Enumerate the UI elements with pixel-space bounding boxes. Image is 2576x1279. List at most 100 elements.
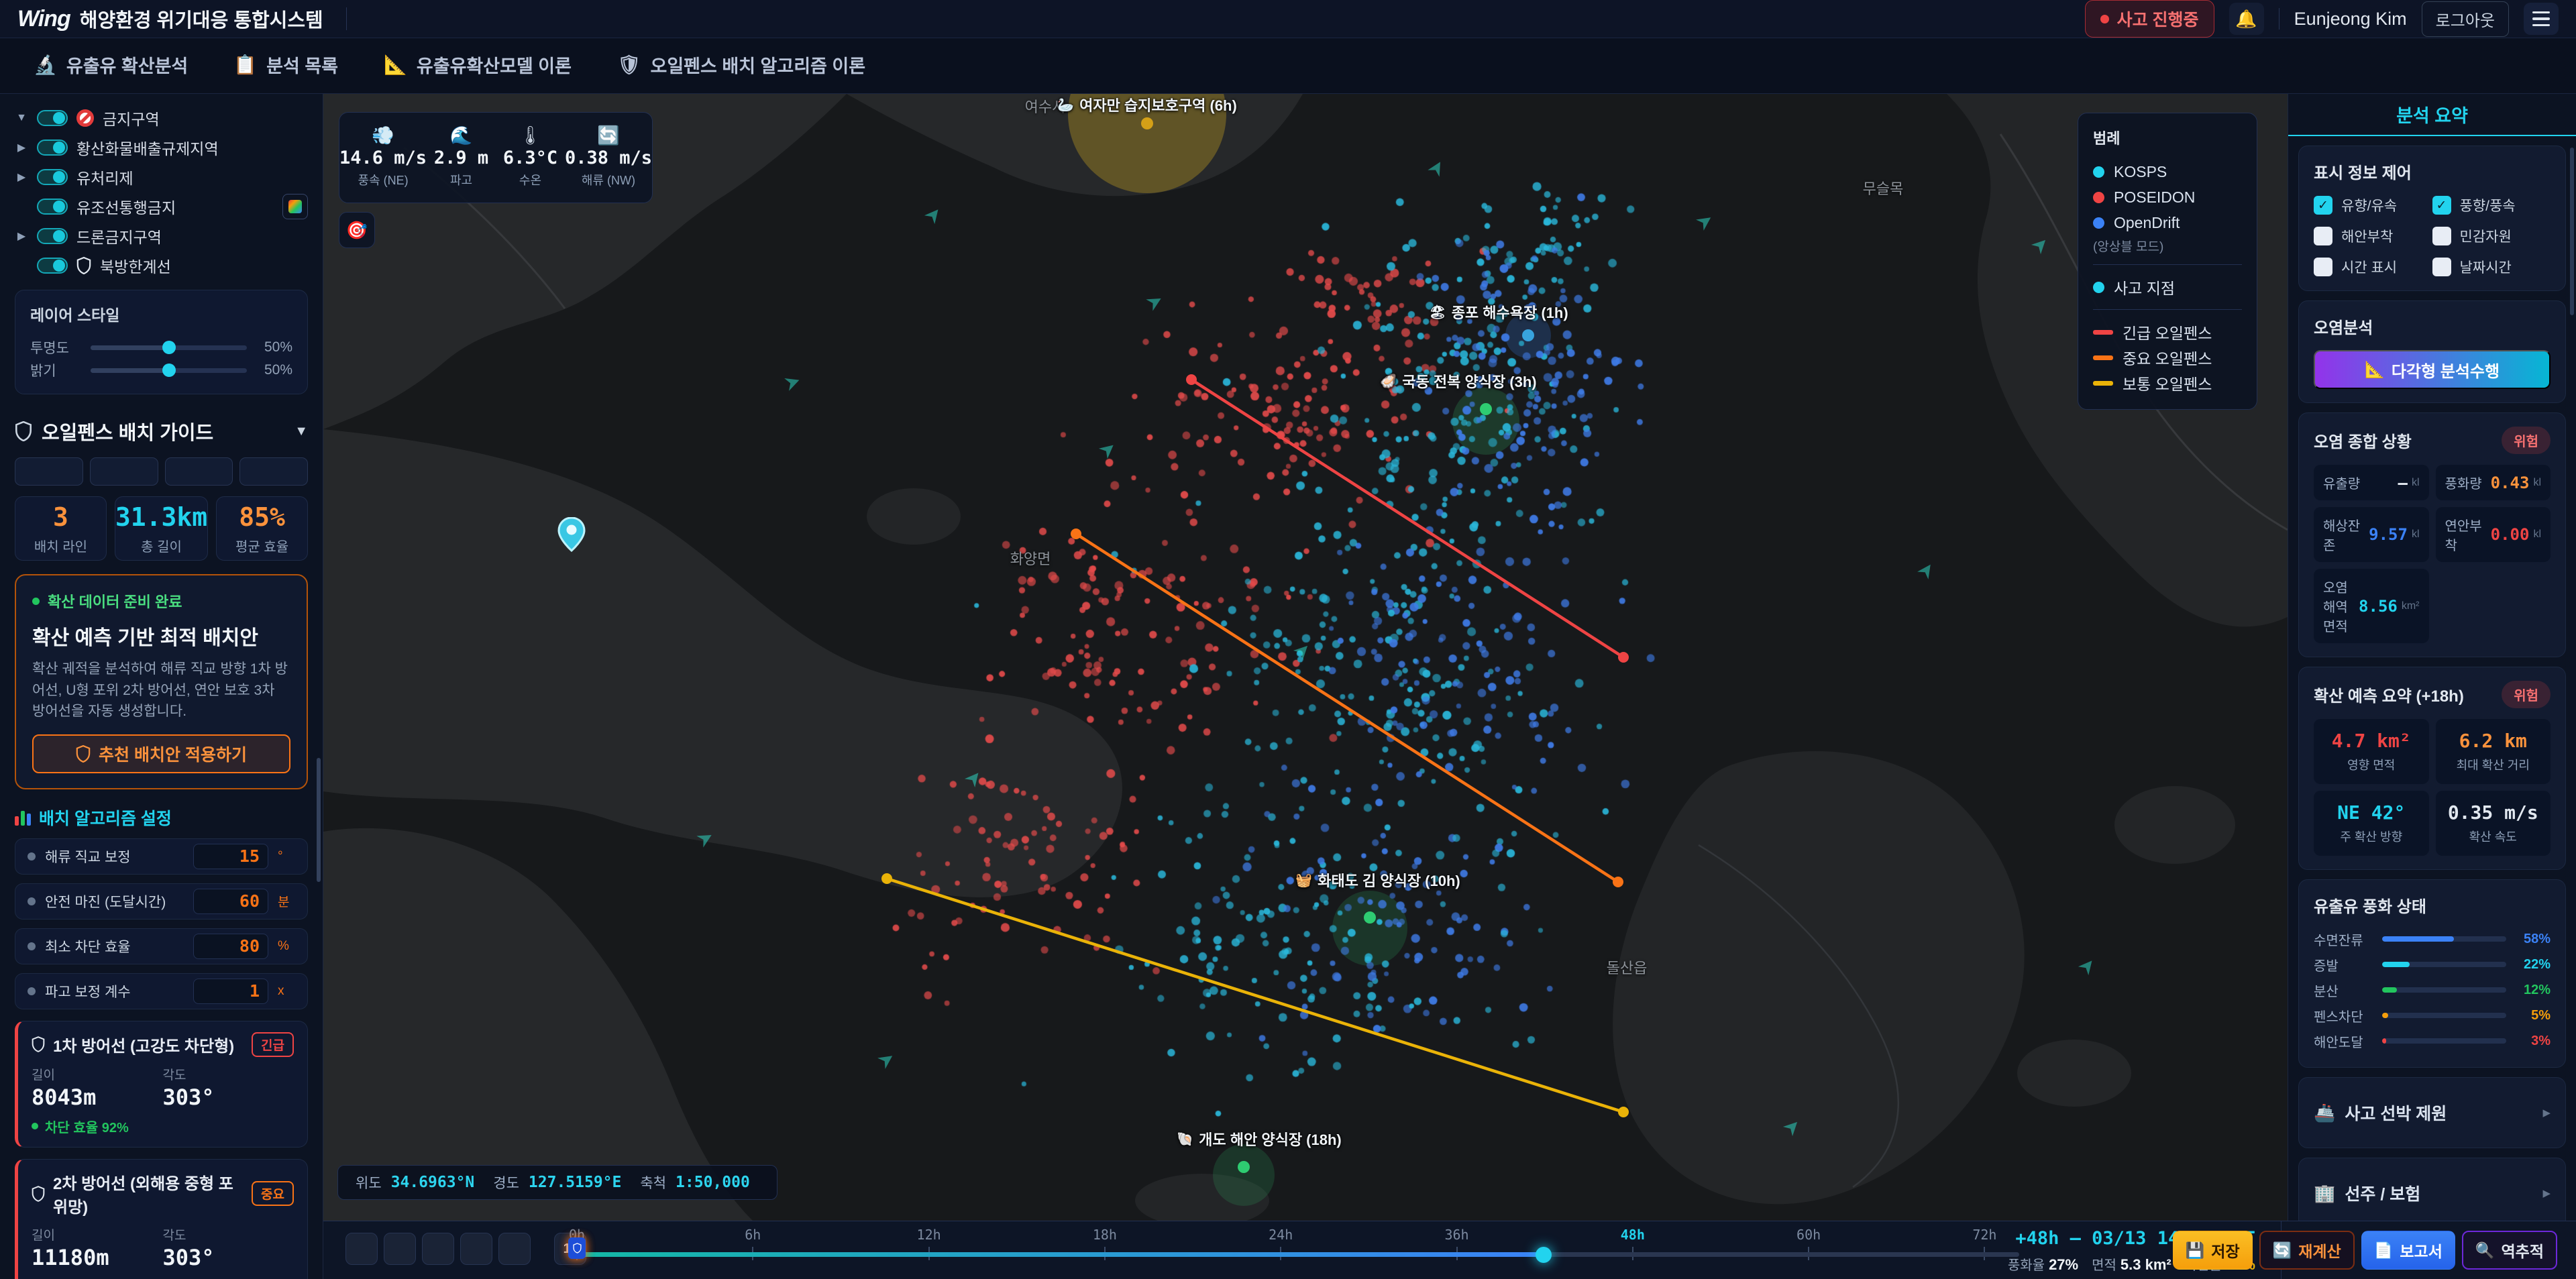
sidebar-scrollbar[interactable] (317, 758, 321, 882)
setting-value-input[interactable]: 80 (193, 934, 268, 959)
sensitive-resource-label[interactable]: 🧺화태도 김 양식장 (10h) (1295, 869, 1460, 891)
priority-badge: 긴급 (252, 1032, 294, 1057)
sensitive-resource-label[interactable]: 🦢여자만 습지보호구역 (6h) (1057, 94, 1237, 115)
slider-knob[interactable] (162, 341, 176, 354)
recommendation-description: 확산 궤적을 분석하여 해류 직교 방향 1차 방어선, U형 포위 2차 방어… (32, 659, 290, 722)
nav-item[interactable] (409, 13, 441, 24)
slider-track[interactable] (91, 345, 247, 350)
layer-toggle[interactable] (37, 258, 68, 274)
layer-tree-row[interactable]: ▶ 드론금지구역 (15, 221, 308, 251)
layer-style-button[interactable] (282, 194, 308, 219)
action-button[interactable]: 💾 저장 (2173, 1231, 2253, 1270)
collapsible-section[interactable]: 🏢 선주 / 보험 ▶ (2298, 1158, 2566, 1221)
checkbox[interactable]: ✓ (2314, 258, 2332, 276)
sensitive-resource-label[interactable]: 🏖종포 해수욕장 (1h) (1429, 301, 1568, 323)
incident-point-pin[interactable] (557, 517, 586, 555)
playback-button[interactable] (422, 1233, 454, 1265)
layer-toggle[interactable] (37, 169, 68, 185)
collapsible-section[interactable]: 🚢 사고 선박 제원 ▶ (2298, 1077, 2566, 1148)
checkbox[interactable]: ✓ (2432, 258, 2451, 276)
layer-toggle[interactable] (37, 228, 68, 244)
nav-item[interactable] (642, 13, 674, 24)
display-option-checkbox[interactable]: ✓ 날짜시간 (2432, 257, 2551, 277)
nav-item[interactable] (486, 13, 519, 24)
layer-toggle[interactable] (37, 110, 68, 126)
slider-knob[interactable] (162, 364, 176, 377)
action-button[interactable]: 🔍 역추적 (2462, 1231, 2557, 1270)
timeline-track-zone[interactable]: 0h 6h 12h 18h (577, 1221, 2019, 1279)
logout-button[interactable]: 로그아웃 (2422, 1, 2509, 37)
nav-item[interactable] (564, 13, 596, 24)
timeline-playhead[interactable] (1536, 1247, 1552, 1263)
layer-label: 황산화물배출규제지역 (76, 136, 219, 159)
fence-mode-button[interactable] (90, 457, 158, 486)
action-button[interactable]: 🔄 재계산 (2259, 1231, 2355, 1270)
panel-scrollbar[interactable] (2570, 148, 2574, 315)
checkbox[interactable]: ✓ (2314, 196, 2332, 215)
chevron-right-icon[interactable]: ▶ (2542, 1187, 2551, 1199)
tree-expand-icon[interactable]: ▶ (15, 170, 28, 184)
map-canvas[interactable]: 🦢여자만 습지보호구역 (6h) 🏖종포 해수욕장 (1h) 🦪국동 전복 양식장 … (323, 94, 2288, 1221)
fence-mode-button[interactable] (239, 457, 308, 486)
layer-tree-row[interactable]: ▶ 유처리제 (15, 162, 308, 192)
toolbar-tab[interactable]: 🛡 오일펜스 배치 알고리즘 이론 (594, 38, 888, 93)
algorithm-setting-row: 최소 차단 효율 80 % (15, 928, 308, 964)
display-option-checkbox[interactable]: ✓ 풍향/풍속 (2432, 195, 2551, 215)
display-option-checkbox[interactable]: ✓ 시간 표시 (2314, 257, 2432, 277)
layer-toggle[interactable] (37, 140, 68, 156)
setting-value-input[interactable]: 60 (193, 889, 268, 914)
setting-value-input[interactable]: 1 (193, 979, 268, 1004)
slider-track[interactable] (91, 368, 247, 373)
checkbox[interactable]: ✓ (2432, 196, 2451, 215)
resource-icon: 🦢 (1057, 97, 1074, 113)
hamburger-menu-button[interactable] (2524, 3, 2559, 35)
timeline-tick-label: 60h (1796, 1227, 1821, 1243)
notification-bell-button[interactable]: 🔔 (2229, 3, 2264, 35)
nav-item[interactable] (447, 13, 480, 24)
weather-icon: 💨 (372, 127, 394, 145)
nav-item[interactable] (525, 13, 557, 24)
playback-button[interactable] (345, 1233, 378, 1265)
chevron-right-icon[interactable]: ▶ (2542, 1107, 2551, 1119)
layer-tree-row[interactable]: 북방한계선 (15, 251, 308, 280)
checkbox[interactable]: ✓ (2314, 227, 2332, 245)
layer-tree-row[interactable]: 유조선통행금지 (15, 192, 308, 221)
defense-line-card[interactable]: 1차 방어선 (고강도 차단형) 긴급 길이8043m 각도303° 차단 효율… (15, 1021, 308, 1148)
recenter-target-button[interactable]: 🎯 (339, 212, 375, 248)
layer-toggle[interactable] (37, 199, 68, 215)
user-name: Eunjeong Kim (2294, 9, 2407, 30)
apply-recommendation-button[interactable]: 추천 배치안 적용하기 (32, 734, 290, 773)
defense-line-card[interactable]: 2차 방어선 (외해용 중형 포위망) 중요 길이11180m 각도303° 차… (15, 1159, 308, 1279)
fence-deploy-marker[interactable] (568, 1237, 586, 1259)
playback-button[interactable] (384, 1233, 416, 1265)
layer-tree-row[interactable]: ▼ 금지구역 (15, 103, 308, 133)
action-button[interactable]: 📄 보고서 (2361, 1231, 2455, 1270)
fence-mode-button[interactable] (165, 457, 233, 486)
playback-button[interactable] (498, 1233, 531, 1265)
checkbox[interactable]: ✓ (2432, 227, 2451, 245)
layer-tree-row[interactable]: ▶ 황산화물배출규제지역 (15, 133, 308, 162)
nav-item[interactable] (370, 13, 402, 24)
timeline-track[interactable] (577, 1252, 2019, 1257)
toolbar-tab[interactable]: 🔬 유출유 확산분석 (11, 38, 211, 93)
polygon-analysis-button[interactable]: 📐 다각형 분석수행 (2314, 350, 2551, 389)
tree-expand-icon[interactable]: ▶ (15, 141, 28, 154)
setting-value-input[interactable]: 15 (193, 844, 268, 869)
sensitive-resource-label[interactable]: 🐚개도 해안 양식장 (18h) (1177, 1128, 1342, 1150)
slider-value: 50% (258, 362, 292, 378)
panel-header-tab[interactable]: 분석 요약 (2288, 94, 2576, 136)
toolbar-tab[interactable]: 📐 유출유확산모델 이론 (361, 38, 594, 93)
tree-expand-icon[interactable]: ▼ (15, 112, 28, 124)
toolbar-tab[interactable]: 📋 분석 목록 (211, 38, 361, 93)
sensitive-resource-label[interactable]: 🦪국동 전복 양식장 (3h) (1380, 370, 1536, 392)
nav-item[interactable] (603, 13, 635, 24)
forecast-stat-box: 4.7 km² 영향 면적 (2314, 719, 2429, 784)
fence-guide-header[interactable]: 오일펜스 배치 가이드 ▼ (15, 417, 308, 445)
display-option-checkbox[interactable]: ✓ 유향/유속 (2314, 195, 2432, 215)
playback-button[interactable] (460, 1233, 492, 1265)
tree-expand-icon[interactable]: ▶ (15, 229, 28, 243)
fence-mode-button[interactable] (15, 457, 83, 486)
collapse-caret-icon[interactable]: ▼ (294, 424, 308, 439)
display-option-checkbox[interactable]: ✓ 민감자원 (2432, 226, 2551, 246)
display-option-checkbox[interactable]: ✓ 해안부착 (2314, 226, 2432, 246)
